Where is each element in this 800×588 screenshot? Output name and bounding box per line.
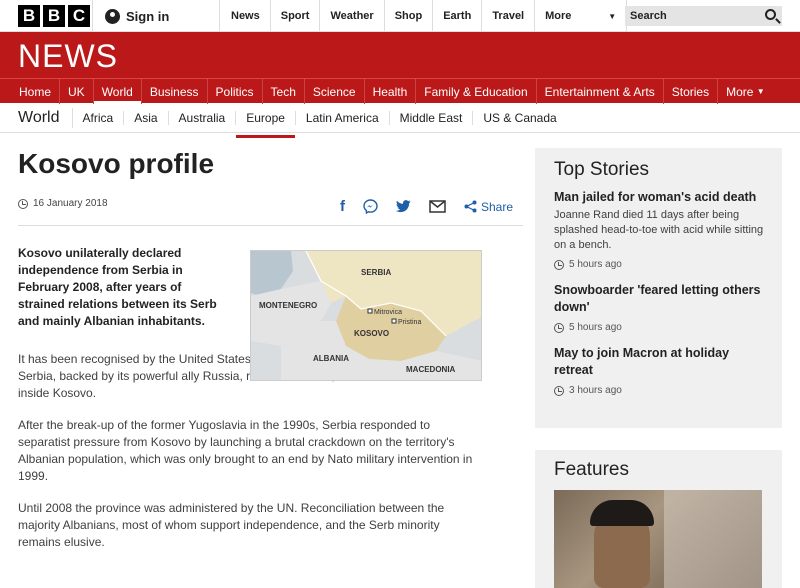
- feature-image[interactable]: [554, 490, 762, 588]
- nav-more[interactable]: More ▼: [718, 79, 773, 104]
- kosovo-map: SERBIA MONTENEGRO Mitrovica Pristina KOS…: [250, 250, 482, 381]
- bbc-logo[interactable]: B B C: [18, 5, 90, 27]
- nav-science[interactable]: Science: [305, 79, 365, 104]
- story-headline[interactable]: Snowboarder 'feared letting others down': [554, 282, 767, 316]
- topnav-earth[interactable]: Earth: [433, 0, 483, 32]
- subnav-latin-america[interactable]: Latin America: [296, 110, 390, 125]
- topnav-sport[interactable]: Sport: [271, 0, 321, 32]
- article-lead: Kosovo unilaterally declared independenc…: [18, 246, 217, 328]
- map-label-montenegro: MONTENEGRO: [259, 301, 317, 310]
- logo-letter: B: [43, 5, 65, 27]
- top-bar: B B C Sign in News Sport Weather Shop Ea…: [0, 0, 800, 32]
- chevron-down-icon: ▼: [756, 87, 765, 96]
- map-label-pristina: Pristina: [398, 319, 421, 326]
- topnav-more[interactable]: More ▼: [535, 0, 628, 32]
- signin-button[interactable]: Sign in: [92, 0, 220, 32]
- nav-world[interactable]: World: [93, 79, 142, 104]
- search-icon[interactable]: [765, 9, 776, 20]
- topnav-travel[interactable]: Travel: [482, 0, 536, 32]
- date-text: 16 January 2018: [33, 198, 108, 209]
- section-title[interactable]: World: [18, 107, 73, 128]
- search-placeholder: Search: [630, 10, 667, 22]
- clock-icon: [554, 385, 564, 396]
- signin-label: Sign in: [126, 8, 170, 24]
- messenger-icon[interactable]: [363, 199, 378, 214]
- chevron-down-icon: ▼: [608, 11, 617, 21]
- nav-stories[interactable]: Stories: [664, 79, 719, 104]
- facebook-icon[interactable]: f: [340, 198, 345, 215]
- story-time: 3 hours ago: [554, 385, 767, 396]
- clock-icon: [554, 259, 564, 270]
- story-item[interactable]: Snowboarder 'feared letting others down'…: [535, 282, 782, 333]
- world-subnav: World Africa Asia Australia Europe Latin…: [0, 103, 800, 138]
- share-button[interactable]: Share: [464, 200, 513, 214]
- topnav-shop[interactable]: Shop: [385, 0, 434, 32]
- main-nav: Home UK World Business Politics Tech Sci…: [0, 78, 800, 104]
- article-meta: 16 January 2018 f Share: [18, 198, 523, 226]
- nav-uk[interactable]: UK: [60, 79, 94, 104]
- story-headline[interactable]: Man jailed for woman's acid death: [554, 189, 767, 206]
- top-nav: News Sport Weather Shop Earth Travel Mor…: [221, 0, 628, 32]
- article-paragraph: Until 2008 the province was administered…: [18, 501, 445, 549]
- story-item[interactable]: Man jailed for woman's acid death Joanne…: [535, 189, 782, 270]
- share-label: Share: [480, 199, 513, 214]
- subnav-australia[interactable]: Australia: [169, 110, 237, 125]
- top-stories-title: Top Stories: [554, 159, 650, 180]
- nav-entertainment-arts[interactable]: Entertainment & Arts: [537, 79, 664, 104]
- mitrovica-marker: [367, 308, 373, 314]
- nav-home[interactable]: Home: [11, 79, 61, 104]
- story-item[interactable]: May to join Macron at holiday retreat 3 …: [535, 345, 782, 396]
- email-icon[interactable]: [429, 200, 446, 213]
- time-text: 5 hours ago: [569, 259, 622, 270]
- map-label-mitrovica: Mitrovica: [374, 309, 402, 316]
- story-headline[interactable]: May to join Macron at holiday retreat: [554, 345, 767, 379]
- nav-business[interactable]: Business: [142, 79, 208, 104]
- story-time: 5 hours ago: [554, 259, 767, 270]
- map-label-kosovo: KOSOVO: [354, 329, 389, 338]
- image-hair: [590, 500, 654, 526]
- subnav-africa[interactable]: Africa: [73, 110, 125, 125]
- article-paragraph: After the break-up of the former Yugosla…: [18, 418, 473, 483]
- nav-politics[interactable]: Politics: [208, 79, 263, 104]
- topnav-weather[interactable]: Weather: [320, 0, 385, 32]
- subnav-asia[interactable]: Asia: [124, 110, 169, 125]
- time-text: 5 hours ago: [569, 322, 622, 333]
- nav-health[interactable]: Health: [365, 79, 417, 104]
- article-header: Kosovo profile: [18, 148, 523, 180]
- logo-letter: B: [18, 5, 40, 27]
- share-icon: [464, 200, 477, 213]
- share-bar: f Share: [340, 198, 513, 215]
- map-label-serbia: SERBIA: [361, 268, 391, 277]
- news-banner: NEWS: [0, 32, 800, 78]
- page-title: Kosovo profile: [18, 148, 215, 179]
- image-background: [664, 490, 762, 588]
- nav-tech[interactable]: Tech: [263, 79, 305, 104]
- article-date: 16 January 2018: [18, 198, 108, 209]
- more-label: More: [545, 10, 572, 22]
- search-input[interactable]: Search: [625, 6, 782, 26]
- twitter-icon[interactable]: [395, 200, 411, 213]
- subnav-us-canada[interactable]: US & Canada: [473, 111, 566, 125]
- news-logo[interactable]: NEWS: [18, 38, 118, 75]
- map-label-albania: ALBANIA: [313, 354, 349, 363]
- clock-icon: [554, 322, 564, 333]
- user-icon: [105, 8, 120, 24]
- nav-family-education[interactable]: Family & Education: [416, 79, 537, 104]
- pristina-marker: [391, 318, 397, 324]
- time-text: 3 hours ago: [569, 385, 622, 396]
- features-title: Features: [554, 459, 629, 480]
- nav-more-label: More: [726, 84, 754, 99]
- story-time: 5 hours ago: [554, 322, 767, 333]
- subnav-middle-east[interactable]: Middle East: [390, 110, 474, 125]
- subnav-europe[interactable]: Europe: [236, 110, 296, 138]
- story-summary: Joanne Rand died 11 days after being spl…: [554, 209, 764, 251]
- topnav-news[interactable]: News: [221, 0, 271, 32]
- map-label-macedonia: MACEDONIA: [406, 365, 456, 374]
- top-stories-panel: Top Stories Man jailed for woman's acid …: [535, 148, 782, 428]
- clock-icon: [18, 198, 28, 209]
- features-panel: Features: [535, 450, 782, 588]
- logo-letter: C: [68, 5, 90, 27]
